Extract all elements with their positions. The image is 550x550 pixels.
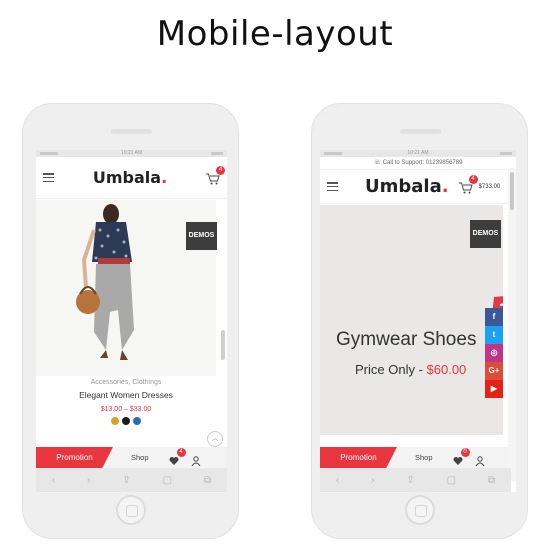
browser-toolbar: ‹ › ⇪ ▢ ⧉: [36, 468, 227, 492]
speaker: [111, 129, 152, 134]
user-icon[interactable]: [191, 453, 201, 466]
cart-count-badge: 4: [468, 174, 478, 184]
bookmarks-icon[interactable]: ▢: [447, 475, 456, 486]
product-info: Accessories, Clothings Elegant Women Dre…: [36, 376, 216, 425]
speaker: [400, 129, 441, 134]
phone-screen: 10:21 AM Umbala. 4 DEMOS Accessories, Cl…: [36, 150, 227, 492]
wishlist-count-badge: 4: [176, 447, 186, 457]
status-bar: 10:21 AM: [320, 150, 516, 157]
wishlist-icon[interactable]: 0: [453, 447, 470, 465]
phone-left: 10:21 AM Umbala. 4 DEMOS Accessories, Cl…: [22, 103, 239, 539]
tabs-icon[interactable]: ⧉: [488, 475, 495, 486]
hero-price: Price Only - $60.00: [355, 362, 466, 377]
twitter-icon[interactable]: t: [485, 326, 503, 344]
hero-title: Gymwear Shoes: [336, 329, 477, 350]
share-icon[interactable]: ⇪: [122, 475, 130, 486]
demos-button[interactable]: DEMOS: [186, 222, 217, 250]
back-icon[interactable]: ‹: [336, 475, 339, 486]
cart-icon[interactable]: 4: [206, 165, 225, 184]
wishlist-count-badge: 0: [460, 447, 470, 457]
site-logo[interactable]: Umbala.: [93, 168, 167, 187]
home-button[interactable]: [116, 495, 146, 525]
menu-icon[interactable]: [43, 173, 54, 182]
product-name[interactable]: Elegant Women Dresses: [36, 390, 216, 400]
wishlist-icon[interactable]: 4: [169, 447, 186, 465]
facebook-icon[interactable]: f: [485, 308, 503, 326]
user-icon[interactable]: [475, 453, 485, 466]
tabs-icon[interactable]: ⧉: [204, 475, 211, 486]
phone-screen: 10:21 AM ☏ Call to Support: 01239856789 …: [320, 150, 516, 492]
page-title: Mobile-layout: [156, 14, 394, 54]
site-header: Umbala. 4 $733.00: [320, 170, 516, 204]
logo-text: Umbala: [92, 168, 162, 187]
promotion-button[interactable]: Promotion: [320, 447, 397, 468]
promotion-button[interactable]: Promotion: [36, 447, 113, 468]
back-icon[interactable]: ‹: [52, 475, 55, 486]
logo-dot: .: [441, 176, 449, 197]
scrollbar[interactable]: [221, 330, 225, 360]
phone-icon: ☏: [373, 160, 383, 166]
color-swatch[interactable]: [111, 417, 119, 425]
phone-right: 10:21 AM ☏ Call to Support: 01239856789 …: [311, 103, 528, 539]
page: Mobile-layout 10:21 AM Umbala. 4 DEMOS A…: [0, 0, 550, 550]
shop-link[interactable]: Shop: [131, 453, 149, 462]
menu-icon[interactable]: [327, 182, 338, 191]
color-swatch[interactable]: [133, 417, 141, 425]
logo-dot: .: [161, 168, 168, 187]
hero-price-value: $60.00: [426, 362, 467, 377]
scrollbar[interactable]: [508, 168, 516, 481]
site-logo[interactable]: Umbala.: [365, 176, 449, 197]
product-price: $13.00 – $33.00: [100, 406, 152, 413]
color-swatch[interactable]: [122, 417, 130, 425]
color-swatches: [36, 417, 216, 425]
bottom-bar: Promotion Shop 4: [36, 447, 227, 468]
cart-count-badge: 4: [216, 165, 225, 175]
social-sidebar: f t ◎ G+ ▶: [485, 308, 503, 398]
support-bar: ☏ Call to Support: 01239856789: [320, 157, 516, 170]
cart-total: $733.00: [478, 183, 501, 190]
product-category[interactable]: Accessories, Clothings: [36, 379, 216, 386]
share-icon[interactable]: ⇪: [406, 475, 414, 486]
bookmarks-icon[interactable]: ▢: [163, 475, 172, 486]
forward-icon[interactable]: ›: [87, 475, 90, 486]
hero-price-label: Price Only -: [355, 362, 427, 377]
instagram-icon[interactable]: ◎: [485, 344, 503, 362]
cart-icon[interactable]: 4: [458, 174, 478, 193]
browser-toolbar: ‹ › ⇪ ▢ ⧉: [320, 468, 511, 492]
youtube-icon[interactable]: ▶: [485, 380, 503, 398]
demos-button[interactable]: DEMOS: [470, 220, 501, 248]
status-bar: 10:21 AM: [36, 150, 227, 157]
scroll-top-icon[interactable]: ︿: [207, 431, 223, 447]
logo-text: Umbala: [365, 176, 442, 197]
home-button[interactable]: [405, 495, 435, 525]
site-header: Umbala. 4: [36, 157, 227, 199]
google-plus-icon[interactable]: G+: [485, 362, 503, 380]
shop-link[interactable]: Shop: [415, 453, 433, 462]
support-text: Call to Support: 01239856789: [382, 160, 463, 166]
forward-icon[interactable]: ›: [371, 475, 374, 486]
bottom-bar: Promotion Shop 0: [320, 447, 508, 468]
